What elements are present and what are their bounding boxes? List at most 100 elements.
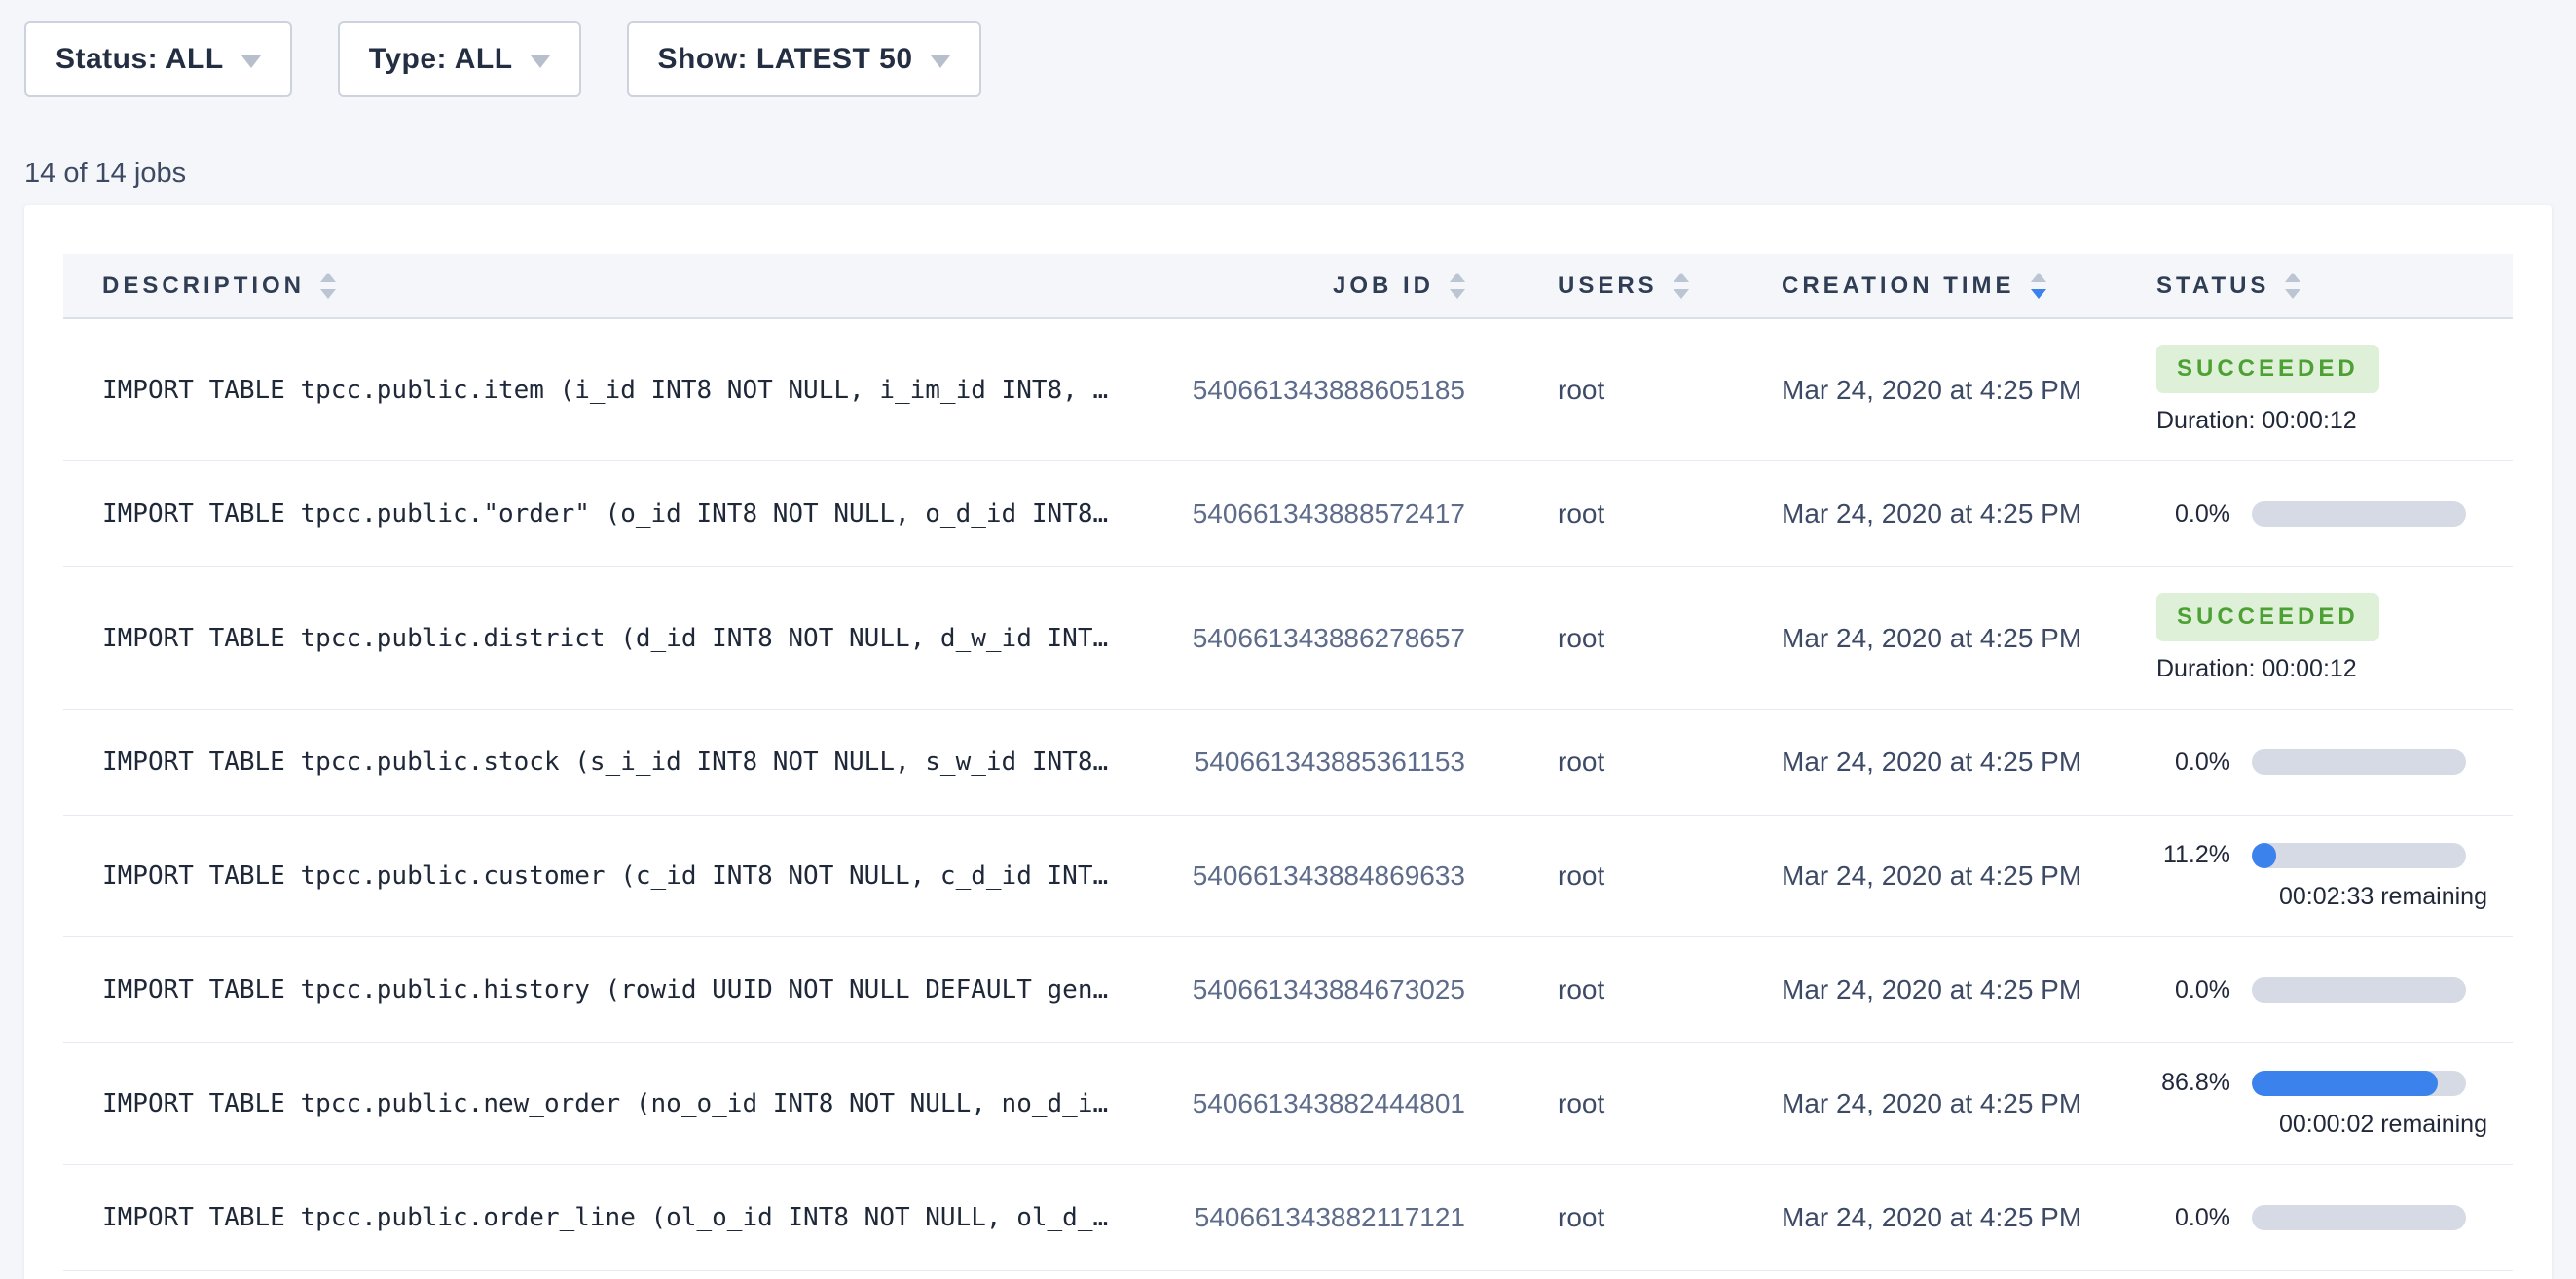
chevron-down-icon	[931, 55, 950, 68]
job-status-cell: 0.0%	[2117, 1165, 2513, 1271]
job-user: root	[1465, 567, 1743, 710]
job-status-cell: 11.2% 00:02:33 remaining	[2117, 816, 2513, 937]
job-user: root	[1465, 1271, 1743, 1279]
sort-asc-icon	[320, 273, 336, 282]
job-creation-time: Mar 24, 2020 at 4:25 PM	[1743, 1165, 2117, 1271]
job-status-cell: SUCCEEDED Duration: 00:00:08	[2117, 1271, 2513, 1279]
job-user: root	[1465, 1165, 1743, 1271]
progress-bar	[2252, 1071, 2466, 1096]
job-creation-time: Mar 24, 2020 at 4:25 PM	[1743, 710, 2117, 816]
job-description: IMPORT TABLE tpcc.public.district (d_id …	[63, 567, 1134, 710]
job-creation-time: Mar 24, 2020 at 4:25 PM	[1743, 937, 2117, 1043]
table-row: IMPORT TABLE tpcc.public.item (i_id INT8…	[63, 318, 2513, 461]
column-header-job-id[interactable]: JOB ID	[1134, 254, 1465, 318]
table-row: IMPORT TABLE tpcc.public.new_order (no_o…	[63, 1043, 2513, 1165]
table-row: IMPORT TABLE tpcc.public.warehouse (w_id…	[63, 1271, 2513, 1279]
job-id: 540661343884673025	[1134, 937, 1465, 1043]
sort-desc-icon-active	[2031, 289, 2046, 299]
column-header-description[interactable]: DESCRIPTION	[63, 254, 1134, 318]
status-remaining: 00:00:02 remaining	[2156, 1111, 2487, 1139]
job-description: IMPORT TABLE tpcc.public.customer (c_id …	[63, 816, 1134, 937]
sort-icons	[1450, 273, 1465, 299]
sort-asc-icon	[2031, 273, 2046, 282]
job-status-cell: 0.0%	[2117, 461, 2513, 567]
job-description: IMPORT TABLE tpcc.public."order" (o_id I…	[63, 461, 1134, 567]
job-status-cell: 0.0%	[2117, 937, 2513, 1043]
sort-icons	[2285, 273, 2300, 299]
progress-fill	[2252, 1071, 2438, 1096]
sort-desc-icon	[1450, 289, 1465, 299]
job-creation-time: Mar 24, 2020 at 4:25 PM	[1743, 816, 2117, 937]
progress-percent: 0.0%	[2156, 749, 2230, 777]
jobs-page: Status: ALL Type: ALL Show: LATEST 50 14…	[0, 0, 2576, 1279]
sort-desc-icon	[320, 289, 336, 299]
status-progress: 0.0%	[2156, 749, 2513, 777]
job-user: root	[1465, 318, 1743, 461]
progress-fill	[2252, 843, 2276, 868]
table-row: IMPORT TABLE tpcc.public.history (rowid …	[63, 937, 2513, 1043]
status-filter-dropdown[interactable]: Status: ALL	[24, 21, 292, 97]
sort-desc-icon	[1674, 289, 1689, 299]
table-header-row: DESCRIPTION JOB ID	[63, 254, 2513, 318]
progress-bar	[2252, 977, 2466, 1003]
job-id: 540661343882444801	[1134, 1043, 1465, 1165]
column-header-status[interactable]: STATUS	[2117, 254, 2513, 318]
job-id: 540661343888572417	[1134, 461, 1465, 567]
job-user: root	[1465, 816, 1743, 937]
filter-bar: Status: ALL Type: ALL Show: LATEST 50	[24, 21, 2552, 97]
progress-bar	[2252, 749, 2466, 775]
type-filter-dropdown[interactable]: Type: ALL	[338, 21, 581, 97]
jobs-count: 14 of 14 jobs	[24, 158, 2552, 190]
jobs-table: DESCRIPTION JOB ID	[63, 254, 2513, 1279]
job-user: root	[1465, 937, 1743, 1043]
job-id: 540661343886278657	[1134, 567, 1465, 710]
job-description: IMPORT TABLE tpcc.public.item (i_id INT8…	[63, 318, 1134, 461]
show-filter-dropdown[interactable]: Show: LATEST 50	[627, 21, 981, 97]
sort-icons	[2031, 273, 2046, 299]
show-filter-label: Show: LATEST 50	[658, 43, 913, 76]
job-creation-time: Mar 24, 2020 at 4:25 PM	[1743, 318, 2117, 461]
job-user: root	[1465, 1043, 1743, 1165]
table-row: IMPORT TABLE tpcc.public."order" (o_id I…	[63, 461, 2513, 567]
job-description: IMPORT TABLE tpcc.public.order_line (ol_…	[63, 1165, 1134, 1271]
sort-asc-icon	[1450, 273, 1465, 282]
job-creation-time: Mar 24, 2020 at 4:25 PM	[1743, 567, 2117, 710]
job-description: IMPORT TABLE tpcc.public.history (rowid …	[63, 937, 1134, 1043]
status-progress: 86.8% 00:00:02 remaining	[2156, 1069, 2513, 1139]
type-filter-label: Type: ALL	[369, 43, 513, 76]
sort-asc-icon	[1674, 273, 1689, 282]
job-creation-time: Mar 24, 2020 at 4:25 PM	[1743, 1043, 2117, 1165]
table-row: IMPORT TABLE tpcc.public.order_line (ol_…	[63, 1165, 2513, 1271]
job-status-cell: SUCCEEDED Duration: 00:00:12	[2117, 318, 2513, 461]
status-progress: 0.0%	[2156, 500, 2513, 529]
table-row: IMPORT TABLE tpcc.public.district (d_id …	[63, 567, 2513, 710]
job-id: 540661343884869633	[1134, 816, 1465, 937]
job-user: root	[1465, 461, 1743, 567]
job-status-cell: 86.8% 00:00:02 remaining	[2117, 1043, 2513, 1165]
jobs-table-card: DESCRIPTION JOB ID	[24, 205, 2552, 1279]
status-filter-label: Status: ALL	[55, 43, 224, 76]
job-id: 540661343885361153	[1134, 710, 1465, 816]
sort-asc-icon	[2285, 273, 2300, 282]
sort-icons	[1674, 273, 1689, 299]
job-status-cell: 0.0%	[2117, 710, 2513, 816]
status-badge: SUCCEEDED	[2156, 345, 2379, 393]
status-badge: SUCCEEDED	[2156, 593, 2379, 641]
sort-desc-icon	[2285, 289, 2300, 299]
column-header-creation-time[interactable]: CREATION TIME	[1743, 254, 2117, 318]
progress-percent: 11.2%	[2156, 841, 2230, 869]
job-user: root	[1465, 710, 1743, 816]
job-id: 540661343882117121	[1134, 1165, 1465, 1271]
progress-bar	[2252, 843, 2466, 868]
status-succeeded: SUCCEEDED Duration: 00:00:12	[2156, 345, 2513, 435]
job-description: IMPORT TABLE tpcc.public.warehouse (w_id…	[63, 1271, 1134, 1279]
column-header-users[interactable]: USERS	[1465, 254, 1743, 318]
progress-percent: 0.0%	[2156, 500, 2230, 529]
status-duration: Duration: 00:00:12	[2156, 655, 2513, 683]
status-remaining: 00:02:33 remaining	[2156, 883, 2487, 911]
table-row: IMPORT TABLE tpcc.public.stock (s_i_id I…	[63, 710, 2513, 816]
job-creation-time: Mar 24, 2020 at 4:25 PM	[1743, 1271, 2117, 1279]
chevron-down-icon	[531, 55, 550, 68]
job-description: IMPORT TABLE tpcc.public.new_order (no_o…	[63, 1043, 1134, 1165]
sort-icons	[320, 273, 336, 299]
